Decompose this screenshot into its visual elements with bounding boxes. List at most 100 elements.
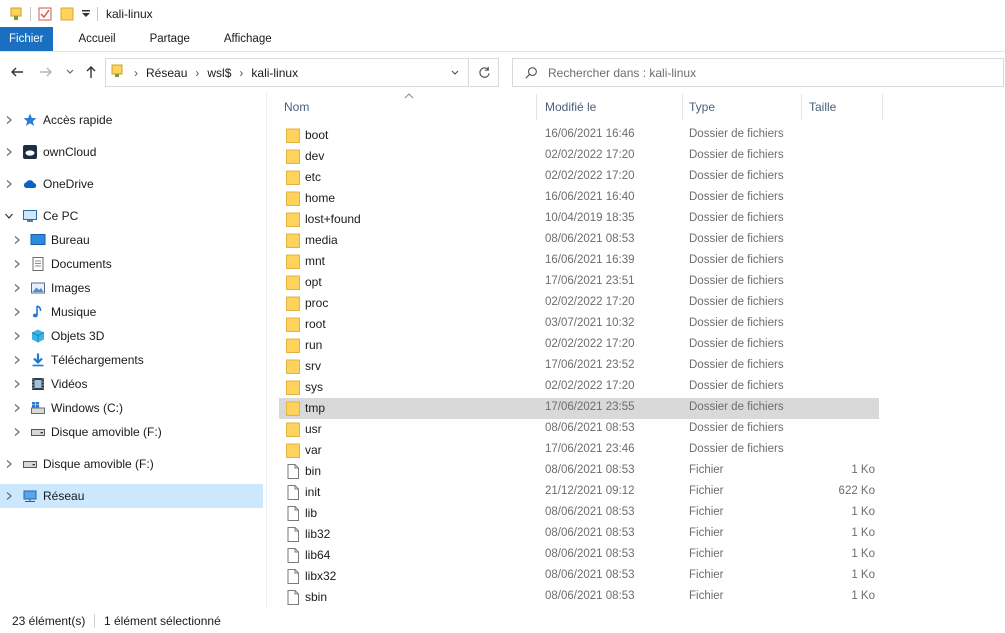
sidebar-item[interactable]: Disque amovible (F:) bbox=[0, 452, 263, 476]
table-row[interactable]: usr 08/06/2021 08:53 Dossier de fichiers bbox=[279, 419, 879, 440]
sidebar-item[interactable]: OneDrive bbox=[0, 172, 263, 196]
forward-arrow-icon[interactable] bbox=[37, 63, 55, 81]
network-icon bbox=[22, 488, 38, 504]
column-header-modified[interactable]: Modifié le bbox=[545, 92, 675, 122]
file-name: srv bbox=[305, 359, 321, 373]
tab-accueil[interactable]: Accueil bbox=[62, 27, 133, 51]
chevron-right-icon[interactable] bbox=[12, 427, 22, 437]
recent-locations-chevron-icon[interactable] bbox=[61, 63, 79, 81]
table-row[interactable]: tmp 17/06/2021 23:55 Dossier de fichiers bbox=[279, 398, 879, 419]
sidebar-item[interactable]: Téléchargements bbox=[0, 348, 263, 372]
sidebar-item[interactable]: Vidéos bbox=[0, 372, 263, 396]
chevron-right-icon[interactable] bbox=[12, 379, 22, 389]
chevron-right-icon[interactable] bbox=[12, 259, 22, 269]
table-row[interactable]: bin 08/06/2021 08:53 Fichier 1 Ko bbox=[279, 461, 879, 482]
breadcrumb-wsl[interactable]: wsl$ bbox=[207, 66, 231, 80]
chevron-right-icon[interactable] bbox=[4, 115, 14, 125]
address-bar[interactable]: › Réseau › wsl$ › kali-linux bbox=[105, 58, 469, 87]
table-row[interactable]: lib 08/06/2021 08:53 Fichier 1 Ko bbox=[279, 503, 879, 524]
sidebar-item[interactable]: Accès rapide bbox=[0, 108, 263, 132]
file-modified: 02/02/2022 17:20 bbox=[545, 380, 635, 392]
chevron-right-icon[interactable] bbox=[12, 403, 22, 413]
customize-toolbar-icon[interactable] bbox=[81, 5, 91, 23]
owncloud-icon bbox=[22, 144, 38, 160]
table-row[interactable]: etc 02/02/2022 17:20 Dossier de fichiers bbox=[279, 167, 879, 188]
file-modified: 08/06/2021 08:53 bbox=[545, 233, 635, 245]
table-row[interactable]: run 02/02/2022 17:20 Dossier de fichiers bbox=[279, 335, 879, 356]
objects3d-icon bbox=[30, 328, 46, 344]
up-arrow-icon[interactable] bbox=[82, 63, 100, 81]
file-name: sbin bbox=[305, 590, 328, 604]
new-folder-icon[interactable] bbox=[59, 5, 75, 23]
table-row[interactable]: lib32 08/06/2021 08:53 Fichier 1 Ko bbox=[279, 524, 879, 545]
breadcrumb-separator-icon[interactable]: › bbox=[195, 66, 199, 80]
breadcrumb-separator-icon[interactable]: › bbox=[239, 66, 243, 80]
chevron-right-icon[interactable] bbox=[12, 283, 22, 293]
sidebar-item[interactable]: ownCloud bbox=[0, 140, 263, 164]
table-row[interactable]: sys 02/02/2022 17:20 Dossier de fichiers bbox=[279, 377, 879, 398]
sidebar-item[interactable]: Documents bbox=[0, 252, 263, 276]
table-row[interactable]: srv 17/06/2021 23:52 Dossier de fichiers bbox=[279, 356, 879, 377]
properties-check-icon[interactable] bbox=[37, 5, 53, 23]
column-header-name[interactable]: Nom bbox=[284, 92, 524, 122]
breadcrumb-separator-icon[interactable]: › bbox=[134, 66, 138, 80]
sidebar-item[interactable]: Ce PC bbox=[0, 204, 263, 228]
table-row[interactable]: home 16/06/2021 16:40 Dossier de fichiers bbox=[279, 188, 879, 209]
file-type: Dossier de fichiers bbox=[689, 317, 784, 329]
sidebar-item[interactable]: Musique bbox=[0, 300, 263, 324]
chevron-down-icon[interactable] bbox=[4, 211, 14, 221]
file-modified: 16/06/2021 16:46 bbox=[545, 128, 635, 140]
table-row[interactable]: var 17/06/2021 23:46 Dossier de fichiers bbox=[279, 440, 879, 461]
folder-icon bbox=[286, 380, 300, 395]
column-divider[interactable] bbox=[682, 94, 683, 120]
address-dropdown-icon[interactable] bbox=[442, 59, 468, 86]
file-type: Dossier de fichiers bbox=[689, 128, 784, 140]
quick-access-properties-icon[interactable] bbox=[8, 5, 24, 23]
column-divider[interactable] bbox=[882, 94, 883, 120]
table-row[interactable]: boot 16/06/2021 16:46 Dossier de fichiers bbox=[279, 125, 879, 146]
breadcrumb-reseau[interactable]: Réseau bbox=[146, 66, 187, 80]
sidebar-item-label: Téléchargements bbox=[51, 353, 144, 367]
sidebar-item[interactable]: Disque amovible (F:) bbox=[0, 420, 263, 444]
chevron-right-icon[interactable] bbox=[4, 491, 14, 501]
folder-icon bbox=[286, 275, 300, 290]
tab-partage[interactable]: Partage bbox=[133, 27, 207, 51]
sidebar-item[interactable]: Bureau bbox=[0, 228, 263, 252]
chevron-right-icon[interactable] bbox=[12, 355, 22, 365]
breadcrumb-kali-linux[interactable]: kali-linux bbox=[251, 66, 298, 80]
chevron-right-icon[interactable] bbox=[12, 307, 22, 317]
table-row[interactable]: lost+found 10/04/2019 18:35 Dossier de fic… bbox=[279, 209, 879, 230]
sidebar-item[interactable]: Windows (C:) bbox=[0, 396, 263, 420]
chevron-right-icon[interactable] bbox=[12, 331, 22, 341]
file-name: boot bbox=[305, 128, 329, 142]
tab-fichier[interactable]: Fichier bbox=[0, 27, 53, 51]
table-row[interactable]: media 08/06/2021 08:53 Dossier de fichiers bbox=[279, 230, 879, 251]
table-row[interactable]: dev 02/02/2022 17:20 Dossier de fichiers bbox=[279, 146, 879, 167]
tab-affichage[interactable]: Affichage bbox=[207, 27, 289, 51]
column-divider[interactable] bbox=[801, 94, 802, 120]
table-row[interactable]: init 21/12/2021 09:12 Fichier 622 Ko bbox=[279, 482, 879, 503]
table-row[interactable]: opt 17/06/2021 23:51 Dossier de fichiers bbox=[279, 272, 879, 293]
table-row[interactable]: sbin 08/06/2021 08:53 Fichier 1 Ko bbox=[279, 587, 879, 608]
search-input[interactable]: Rechercher dans : kali-linux bbox=[512, 58, 1004, 87]
file-name: root bbox=[305, 317, 326, 331]
table-row[interactable]: libx32 08/06/2021 08:53 Fichier 1 Ko bbox=[279, 566, 879, 587]
column-header-size[interactable]: Taille bbox=[809, 92, 879, 122]
chevron-right-icon[interactable] bbox=[4, 179, 14, 189]
sidebar-item[interactable]: Objets 3D bbox=[0, 324, 263, 348]
table-row[interactable]: proc 02/02/2022 17:20 Dossier de fichiers bbox=[279, 293, 879, 314]
toolbar-separator bbox=[97, 6, 98, 21]
table-row[interactable]: lib64 08/06/2021 08:53 Fichier 1 Ko bbox=[279, 545, 879, 566]
back-arrow-icon[interactable] bbox=[8, 63, 26, 81]
table-row[interactable]: mnt 16/06/2021 16:39 Dossier de fichiers bbox=[279, 251, 879, 272]
sidebar-item[interactable]: Images bbox=[0, 276, 263, 300]
window-title: kali-linux bbox=[106, 6, 153, 21]
chevron-right-icon[interactable] bbox=[12, 235, 22, 245]
refresh-button[interactable] bbox=[470, 58, 499, 87]
table-row[interactable]: root 03/07/2021 10:32 Dossier de fichiers bbox=[279, 314, 879, 335]
chevron-right-icon[interactable] bbox=[4, 147, 14, 157]
sidebar-item[interactable]: Réseau bbox=[0, 484, 263, 508]
chevron-right-icon[interactable] bbox=[4, 459, 14, 469]
column-header-type[interactable]: Type bbox=[689, 92, 799, 122]
column-divider[interactable] bbox=[536, 94, 537, 120]
